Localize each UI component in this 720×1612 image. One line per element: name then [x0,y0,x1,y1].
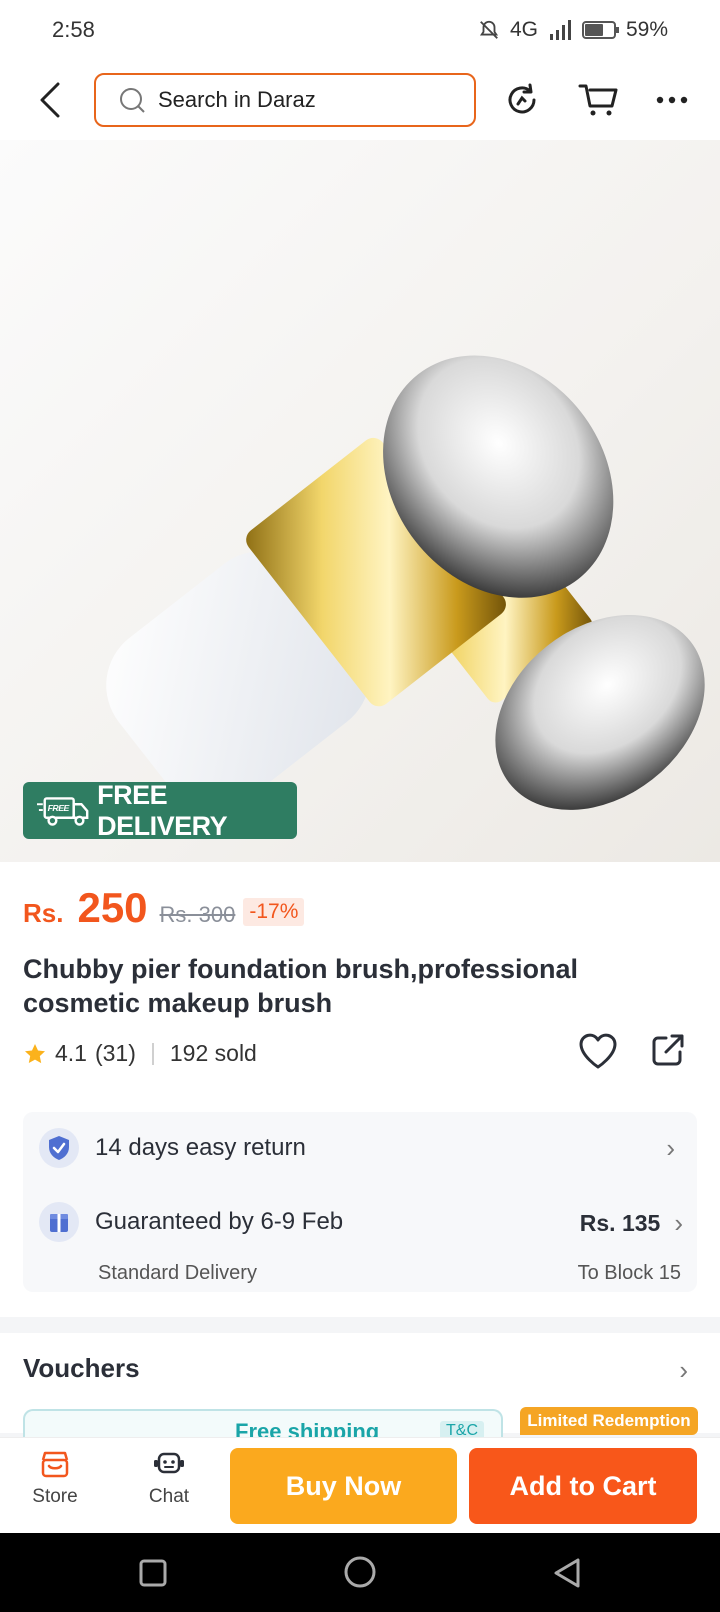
search-input[interactable]: Search in Daraz [94,73,476,127]
store-icon [41,1451,69,1478]
battery-icon [581,21,619,39]
chat-button[interactable]: Chat [124,1450,214,1508]
rating-value: 4.1 [55,1040,87,1066]
circle-icon [344,1556,376,1588]
service-card: 14 days easy return › Guaranteed by 6-9 … [23,1112,697,1292]
more-button[interactable] [650,78,694,122]
back-button[interactable] [30,78,70,122]
search-icon [120,88,145,113]
product-title: Chubby pier foundation brush,professiona… [23,954,579,1018]
system-nav-bar [0,1533,720,1612]
add-to-cart-button[interactable]: Add to Cart [469,1448,697,1524]
wishlist-button[interactable] [578,1032,622,1076]
battery-percent: 59% [625,18,668,41]
delivery-fee-row[interactable]: Rs. 135 › [580,1208,683,1239]
limited-redemption-tag: Limited Redemption [520,1407,698,1435]
status-icons: 4G 59% [478,18,668,42]
chat-label: Chat [148,1486,190,1507]
mute-icon [479,20,498,39]
home-button[interactable] [343,1555,377,1594]
square-icon [139,1559,167,1587]
buy-now-button[interactable]: Buy Now [230,1448,457,1524]
delivery-row[interactable]: Guaranteed by 6-9 Feb [39,1202,343,1242]
delivery-box-icon [39,1202,79,1242]
discount-badge: -17% [243,898,305,926]
chevron-right-icon: › [679,1355,688,1385]
search-placeholder: Search in Daraz [158,87,316,112]
status-bar: 2:58 4G 59% [0,0,720,60]
free-delivery-badge: FREE FREE DELIVERY [23,779,297,841]
vouchers-section[interactable]: Vouchers › Free shipping T&C Limited Red… [0,1333,720,1449]
divider [151,1042,154,1065]
heart-icon [579,1033,617,1069]
currency: Rs. [23,898,64,928]
price: 250 [77,884,148,931]
share-icon [652,1034,684,1066]
chat-icon [154,1452,184,1474]
chevron-right-icon: › [674,1208,683,1238]
delivery-truck-icon: FREE [37,796,89,826]
return-policy-row[interactable]: 14 days easy return › [39,1128,679,1168]
back-nav-button[interactable] [552,1557,582,1594]
top-bar: Search in Daraz [0,60,720,140]
bottom-action-bar: Store Chat Buy Now Add to Cart [0,1437,720,1533]
more-icon [656,96,688,104]
cart-icon [578,84,618,116]
price-row: Rs. 250 Rs. 300 -17% [23,884,305,932]
signal-icon [549,20,571,40]
product-info: Rs. 250 Rs. 300 -17% Chubby pier foundat… [0,862,720,1317]
store-label: Store [32,1486,78,1507]
history-icon [508,83,536,114]
network-type: 4G [509,18,538,41]
review-count: (31) [94,1040,136,1066]
rating-row[interactable]: 4.1 (31) 192 sold [23,1040,257,1067]
share-button[interactable] [650,1032,694,1076]
triangle-back-icon [554,1558,580,1588]
store-button[interactable]: Store [10,1450,100,1508]
recent-apps-button[interactable] [138,1558,168,1593]
star-icon [25,1043,45,1063]
cart-button[interactable] [576,78,620,122]
product-photo [106,355,705,810]
vouchers-title: Vouchers [23,1353,140,1383]
old-price: Rs. 300 [159,902,236,927]
history-button[interactable] [500,78,544,122]
status-time: 2:58 [52,17,95,42]
delivery-fee: Rs. 135 [579,1210,661,1236]
product-image[interactable] [0,140,720,862]
shield-icon [39,1128,79,1168]
delivery-type: Standard Delivery [98,1262,257,1284]
free-delivery-label: FREE DELIVERY [97,779,228,841]
free-tag: FREE [48,803,70,813]
delivery-guarantee: Guaranteed by 6-9 Feb [95,1208,344,1235]
delivery-location: To Block 15 [577,1262,681,1284]
back-icon [40,82,60,118]
sold-count: 192 sold [169,1040,257,1066]
return-policy-text: 14 days easy return [95,1134,306,1161]
chevron-right-icon: › [666,1132,675,1163]
